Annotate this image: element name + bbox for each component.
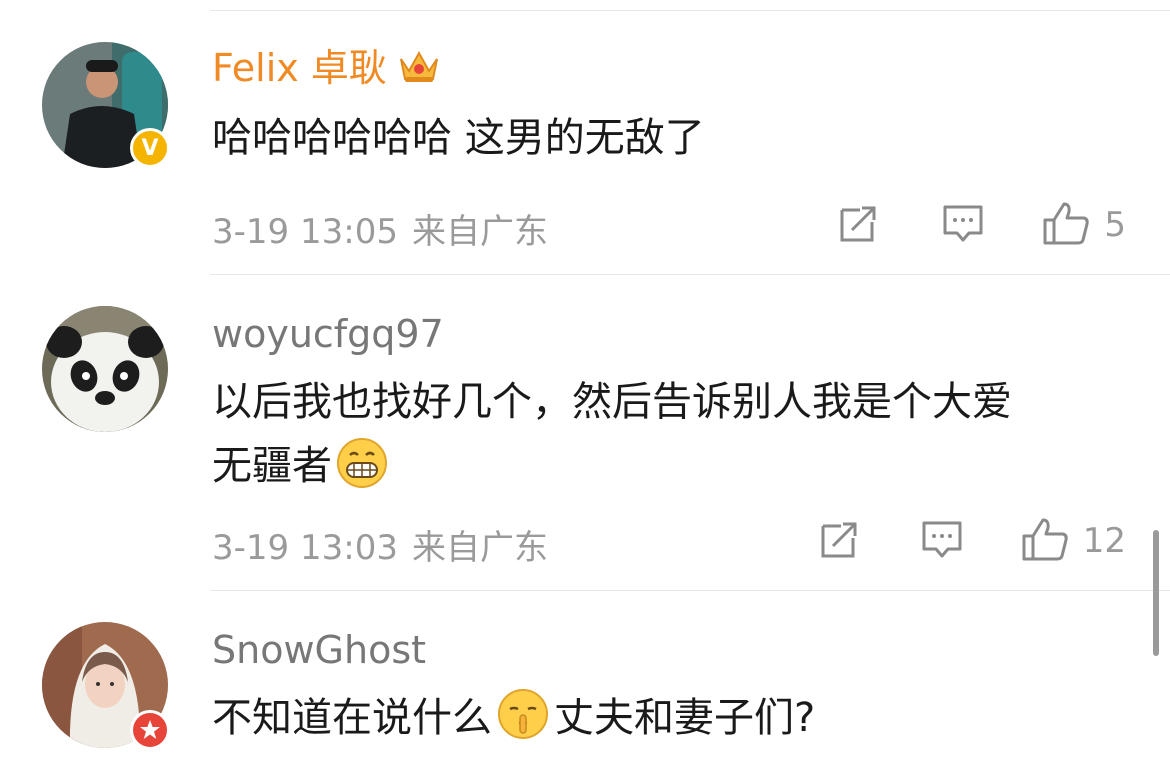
member-star-badge xyxy=(130,710,170,750)
comment-text: 不知道在说什么 丈夫和妻子们? xyxy=(212,686,1132,760)
star-icon xyxy=(140,720,160,739)
username[interactable]: SnowGhost xyxy=(212,626,426,674)
scrollbar[interactable] xyxy=(1153,530,1159,656)
comment-item: SnowGhost 不知道在说什么 丈夫和妻子们? xyxy=(0,0,1170,780)
shush-emoji-icon xyxy=(496,687,550,760)
